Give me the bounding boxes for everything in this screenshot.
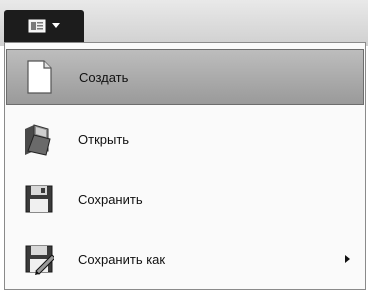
save-as-icon bbox=[25, 245, 54, 275]
application-menu-button[interactable] bbox=[4, 10, 84, 42]
floppy-disk-icon bbox=[25, 185, 53, 213]
menu-item-save-as[interactable]: Сохранить как bbox=[6, 231, 364, 287]
chevron-down-icon bbox=[52, 23, 60, 28]
new-document-icon bbox=[27, 60, 52, 94]
menu-item-save[interactable]: Сохранить bbox=[6, 171, 364, 227]
menu-item-label: Открыть bbox=[78, 131, 130, 147]
document-menu-icon bbox=[28, 19, 46, 33]
menu-item-create[interactable]: Создать bbox=[6, 49, 364, 105]
ribbon-bar bbox=[0, 0, 368, 46]
file-menu: Создать Открыть Сохранить Сохранить как bbox=[4, 42, 366, 290]
menu-item-open[interactable]: Открыть bbox=[6, 111, 364, 167]
submenu-arrow-icon bbox=[345, 255, 350, 263]
menu-item-label: Создать bbox=[79, 69, 129, 85]
menu-item-label: Сохранить как bbox=[78, 251, 166, 267]
open-folder-icon bbox=[25, 124, 51, 156]
menu-item-label: Сохранить bbox=[78, 191, 143, 207]
